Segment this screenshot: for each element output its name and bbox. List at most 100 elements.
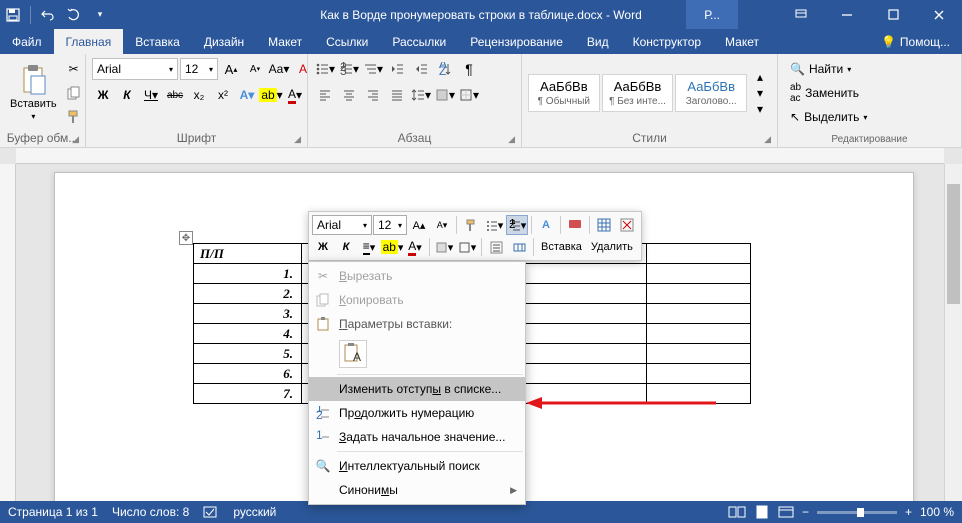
view-read-icon[interactable] xyxy=(728,505,746,519)
mini-size-combo[interactable]: 12▾ xyxy=(373,215,407,235)
mini-highlight-icon[interactable]: ab▾ xyxy=(381,237,403,257)
tab-file[interactable]: Файл xyxy=(0,29,54,54)
mini-table-delete-icon[interactable] xyxy=(616,215,638,235)
cut-icon[interactable]: ✂ xyxy=(63,58,85,80)
mini-new-comment-icon[interactable] xyxy=(564,215,586,235)
align-center-icon[interactable] xyxy=(338,84,360,106)
style-normal[interactable]: АаБбВв¶ Обычный xyxy=(528,74,600,112)
ctx-adjust-list-indents[interactable]: Изменить отступы в списке... xyxy=(309,377,525,401)
launcher-icon[interactable]: ◢ xyxy=(508,134,515,145)
tab-references[interactable]: Ссылки xyxy=(314,29,380,54)
mini-shading-icon[interactable]: ▾ xyxy=(433,237,455,257)
table-move-handle-icon[interactable]: ✥ xyxy=(179,231,193,245)
mini-table-insert-icon[interactable] xyxy=(593,215,615,235)
qat-customize-icon[interactable]: ▾ xyxy=(91,6,109,24)
mini-styles-icon[interactable]: A xyxy=(535,215,557,235)
align-left-icon[interactable] xyxy=(314,84,336,106)
mini-format-painter-icon[interactable] xyxy=(460,215,482,235)
mini-cell-align-icon[interactable] xyxy=(485,237,507,257)
table-tools-context-tab[interactable]: Р... xyxy=(686,0,738,29)
status-word-count[interactable]: Число слов: 8 xyxy=(112,505,189,519)
align-right-icon[interactable] xyxy=(362,84,384,106)
launcher-icon[interactable]: ◢ xyxy=(72,134,79,145)
view-web-icon[interactable] xyxy=(778,505,794,519)
view-print-icon[interactable] xyxy=(754,505,770,519)
find-button[interactable]: 🔍Найти▾ xyxy=(786,60,855,78)
save-icon[interactable] xyxy=(4,6,22,24)
strike-button[interactable]: abc xyxy=(164,84,186,106)
decrease-indent-icon[interactable] xyxy=(386,58,408,80)
mini-borders-icon[interactable]: ▾ xyxy=(456,237,478,257)
status-page[interactable]: Страница 1 из 1 xyxy=(8,505,98,519)
superscript-button[interactable]: x² xyxy=(212,84,234,106)
tab-table-design[interactable]: Конструктор xyxy=(621,29,713,54)
styles-up-icon[interactable]: ▴ xyxy=(749,69,771,85)
subscript-button[interactable]: x₂ xyxy=(188,84,210,106)
tab-layout[interactable]: Макет xyxy=(256,29,314,54)
ribbon-options-icon[interactable] xyxy=(778,0,824,29)
bold-button[interactable]: Ж xyxy=(92,84,114,106)
mini-shrink-font-icon[interactable]: A▾ xyxy=(431,215,453,235)
zoom-in-icon[interactable]: + xyxy=(905,505,912,519)
sort-icon[interactable]: AZ xyxy=(434,58,456,80)
scrollbar-thumb[interactable] xyxy=(947,184,960,304)
tab-design[interactable]: Дизайн xyxy=(192,29,256,54)
zoom-slider[interactable] xyxy=(817,511,897,514)
format-painter-icon[interactable] xyxy=(63,106,85,128)
ctx-smart-lookup[interactable]: 🔍Интеллектуальный поиск xyxy=(309,454,525,478)
redo-icon[interactable] xyxy=(65,6,83,24)
line-spacing-icon[interactable]: ▾ xyxy=(410,84,432,106)
tab-view[interactable]: Вид xyxy=(575,29,621,54)
mini-autofit-icon[interactable] xyxy=(508,237,530,257)
font-color-icon[interactable]: A▾ xyxy=(284,84,306,106)
select-button[interactable]: ↖Выделить▾ xyxy=(786,108,871,126)
ctx-copy[interactable]: Копировать xyxy=(309,288,525,312)
shading-icon[interactable]: ▾ xyxy=(434,84,456,106)
mini-grow-font-icon[interactable]: A▴ xyxy=(408,215,430,235)
justify-icon[interactable] xyxy=(386,84,408,106)
ctx-set-numbering-value[interactable]: 1Задать начальное значение... xyxy=(309,425,525,449)
style-no-spacing[interactable]: АаБбВв¶ Без инте... xyxy=(602,74,674,112)
mini-italic-button[interactable]: К xyxy=(335,237,357,257)
grow-font-icon[interactable]: A▴ xyxy=(220,58,242,80)
mini-bullets-icon[interactable]: ▾ xyxy=(483,215,505,235)
minimize-icon[interactable] xyxy=(824,0,870,29)
zoom-level[interactable]: 100 % xyxy=(920,505,954,519)
tab-home[interactable]: Главная xyxy=(54,29,124,54)
mini-underline-icon[interactable]: ≡▾ xyxy=(358,237,380,257)
paste-keep-text-icon[interactable]: A xyxy=(339,340,367,368)
copy-icon[interactable] xyxy=(63,82,85,104)
borders-icon[interactable]: ▾ xyxy=(458,84,480,106)
ctx-continue-numbering[interactable]: 12Продолжить нумерацию xyxy=(309,401,525,425)
mini-font-combo[interactable]: Arial▾ xyxy=(312,215,372,235)
font-name-combo[interactable]: Arial▾ xyxy=(92,58,178,80)
number-cell[interactable]: 4. xyxy=(194,324,302,344)
highlight-icon[interactable]: ab▾ xyxy=(260,84,282,106)
vertical-ruler[interactable] xyxy=(0,164,16,501)
maximize-icon[interactable] xyxy=(870,0,916,29)
undo-icon[interactable] xyxy=(39,6,57,24)
shrink-font-icon[interactable]: A▾ xyxy=(244,58,266,80)
increase-indent-icon[interactable] xyxy=(410,58,432,80)
mini-font-color-icon[interactable]: A▾ xyxy=(404,237,426,257)
style-heading1[interactable]: АаБбВвЗаголово... xyxy=(675,74,747,112)
mini-numbering-icon[interactable]: 12▾ xyxy=(506,215,528,235)
tab-mailings[interactable]: Рассылки xyxy=(380,29,458,54)
show-marks-icon[interactable]: ¶ xyxy=(458,58,480,80)
number-cell[interactable]: 5. xyxy=(194,344,302,364)
mini-insert-label[interactable]: Вставка xyxy=(537,241,586,253)
multilevel-icon[interactable]: ▾ xyxy=(362,58,384,80)
styles-more-icon[interactable]: ▾ xyxy=(749,101,771,117)
mini-bold-button[interactable]: Ж xyxy=(312,237,334,257)
tab-review[interactable]: Рецензирование xyxy=(458,29,575,54)
close-icon[interactable] xyxy=(916,0,962,29)
number-cell[interactable]: 1. xyxy=(194,264,302,284)
font-size-combo[interactable]: 12▾ xyxy=(180,58,218,80)
vertical-scrollbar[interactable] xyxy=(944,164,962,501)
number-cell[interactable]: 7. xyxy=(194,384,302,404)
number-cell[interactable]: 6. xyxy=(194,364,302,384)
tell-me[interactable]: 💡Помощ... xyxy=(869,29,962,54)
zoom-out-icon[interactable]: − xyxy=(802,505,809,519)
number-cell[interactable]: 3. xyxy=(194,304,302,324)
styles-down-icon[interactable]: ▾ xyxy=(749,85,771,101)
